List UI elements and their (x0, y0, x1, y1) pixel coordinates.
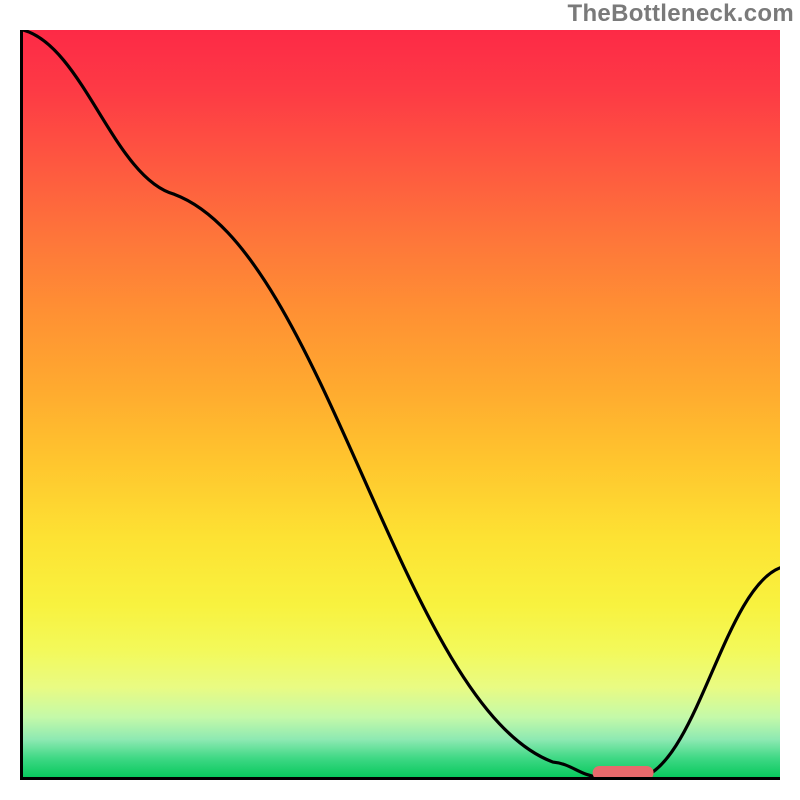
chart-frame: TheBottleneck.com (0, 0, 800, 800)
plot-area (20, 30, 780, 780)
bottleneck-curve (23, 30, 780, 777)
optimal-range-marker (593, 766, 654, 780)
watermark-text: TheBottleneck.com (568, 0, 794, 28)
